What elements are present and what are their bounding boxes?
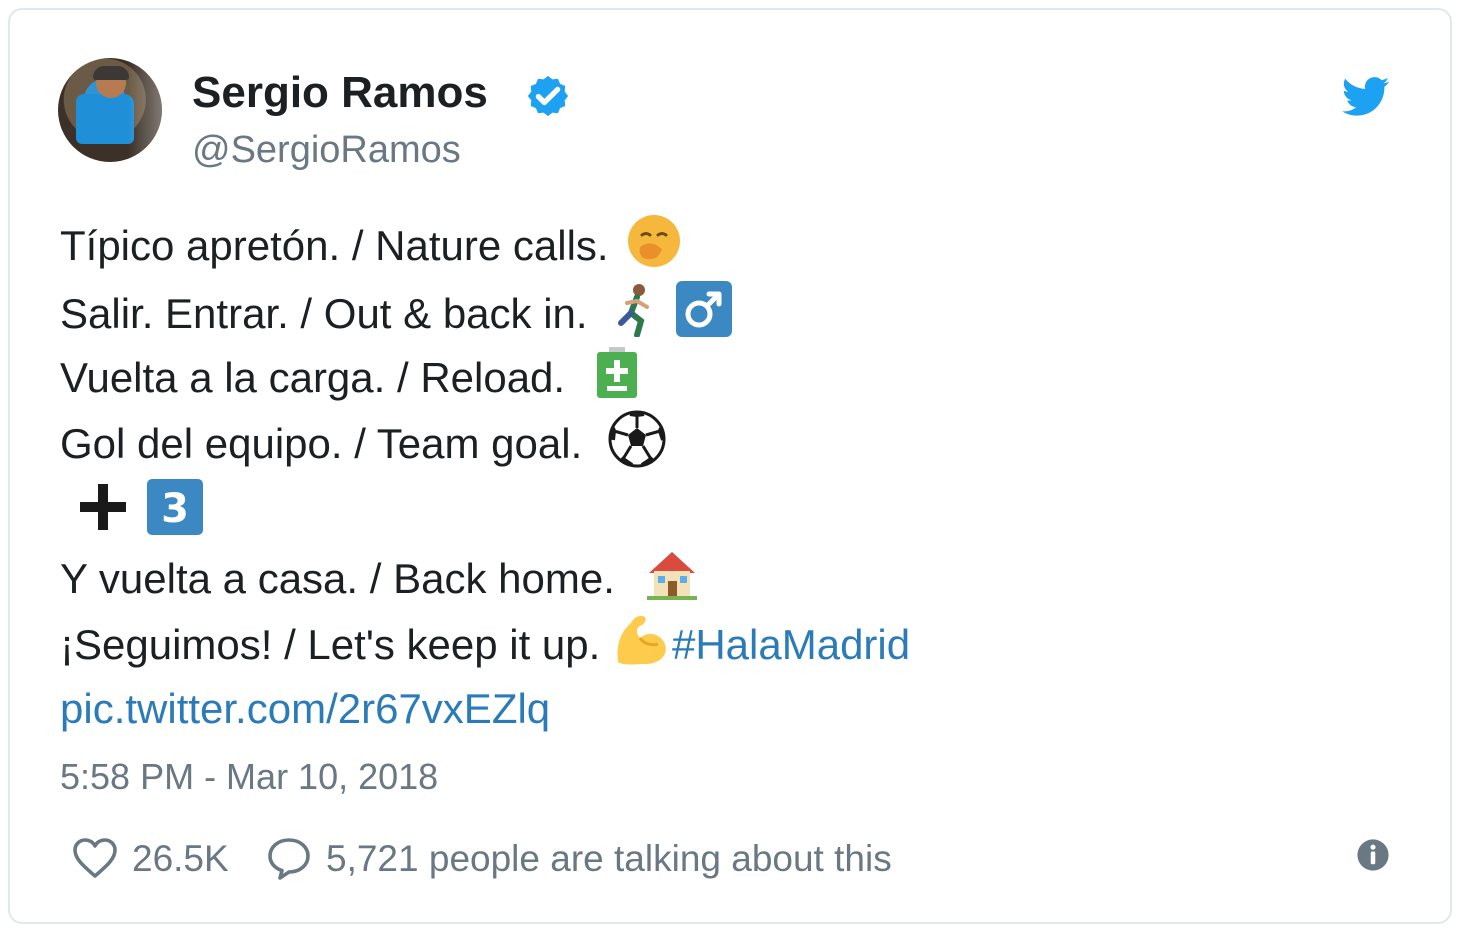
tweet-line-text: Típico apretón. / Nature calls. (60, 222, 609, 269)
verified-badge-icon (527, 75, 569, 117)
face-with-hand-over-mouth-icon (628, 214, 681, 267)
male-sign-icon (675, 280, 732, 337)
tweet-line: Salir. Entrar. / Out & back in. (60, 280, 733, 338)
tweet-line: Gol del equipo. / Team goal. (60, 410, 666, 468)
house-icon (646, 551, 697, 600)
tweet-line: Típico apretón. / Nature calls. (60, 214, 682, 269)
plus-icon (80, 484, 126, 530)
svg-text:3: 3 (161, 486, 189, 532)
author-name[interactable]: Sergio Ramos (192, 68, 488, 118)
heart-icon[interactable] (70, 834, 120, 882)
man-running-icon (618, 283, 650, 337)
tweet-line: pic.twitter.com/2r67vxEZlq (60, 688, 550, 730)
tweet-line-text: ¡Seguimos! / Let's keep it up. (60, 621, 601, 668)
tweet-line: ¡Seguimos! / Let's keep it up. #HalaMadr… (60, 615, 910, 668)
tweet-line-text: Gol del equipo. / Team goal. (60, 420, 583, 467)
twitter-bird-icon[interactable] (1338, 72, 1394, 120)
comment-bubble-icon[interactable] (264, 834, 314, 882)
tweet-line-emoji-only: 3 (60, 478, 204, 536)
hashtag-link[interactable]: #HalaMadrid (672, 621, 910, 668)
info-icon[interactable] (1356, 838, 1390, 872)
keycap-three-icon: 3 (146, 479, 203, 535)
battery-charge-icon (596, 346, 637, 398)
talking-about-count[interactable]: 5,721 people are talking about this (326, 838, 892, 880)
pic-twitter-link[interactable]: pic.twitter.com/2r67vxEZlq (60, 685, 550, 732)
like-count[interactable]: 26.5K (132, 838, 229, 880)
author-handle[interactable]: @SergioRamos (192, 129, 461, 172)
soccer-ball-icon (608, 410, 666, 468)
avatar[interactable] (58, 58, 162, 162)
tweet-timestamp[interactable]: 5:58 PM - Mar 10, 2018 (60, 756, 438, 798)
tweet-line-text: Salir. Entrar. / Out & back in. (60, 290, 588, 337)
tweet-line-text: Vuelta a la carga. / Reload. (60, 354, 566, 401)
tweet-line: Vuelta a la carga. / Reload. (60, 346, 639, 401)
tweet-line: Y vuelta a casa. / Back home. (60, 551, 699, 602)
flexed-biceps-icon (617, 615, 666, 665)
tweet-line-text: Y vuelta a casa. / Back home. (60, 555, 615, 602)
